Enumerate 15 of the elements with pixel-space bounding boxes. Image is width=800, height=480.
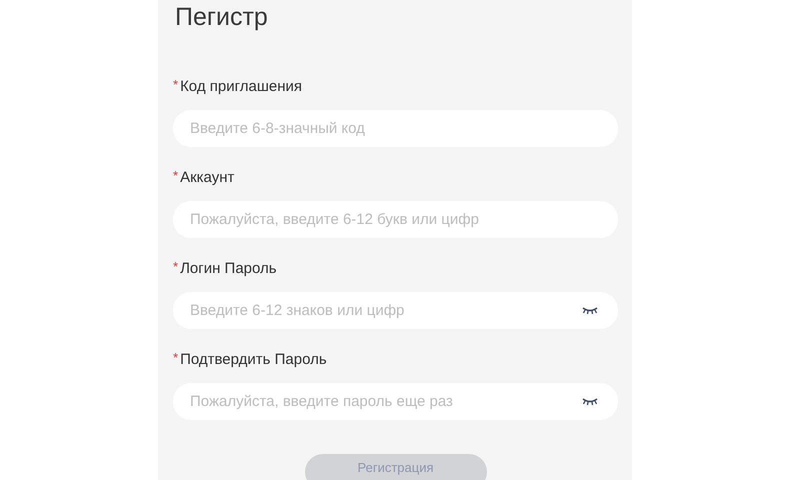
field-label: Подтвердить Пароль	[180, 350, 327, 368]
closed-eye-icon[interactable]	[582, 397, 598, 406]
input-field[interactable]: Пожалуйста, введите пароль еще раз	[173, 383, 618, 420]
field-label: Логин Пароль	[180, 260, 277, 276]
required-asterisk: *	[173, 168, 178, 182]
required-asterisk: *	[173, 76, 178, 92]
required-asterisk: *	[173, 258, 178, 274]
field-label: Аккаунт	[180, 168, 234, 186]
input-field[interactable]: Пожалуйста, введите 6-12 букв или цифр	[173, 201, 618, 238]
field-label: Код приглашения	[180, 78, 302, 94]
input-field[interactable]: Введите 6-12 знаков или цифр	[173, 292, 618, 329]
input-field[interactable]: Введите 6-8-значный код	[173, 110, 618, 147]
closed-eye-icon[interactable]	[582, 306, 598, 315]
page-title: Пегистр	[174, 2, 269, 33]
required-asterisk: *	[173, 350, 178, 364]
